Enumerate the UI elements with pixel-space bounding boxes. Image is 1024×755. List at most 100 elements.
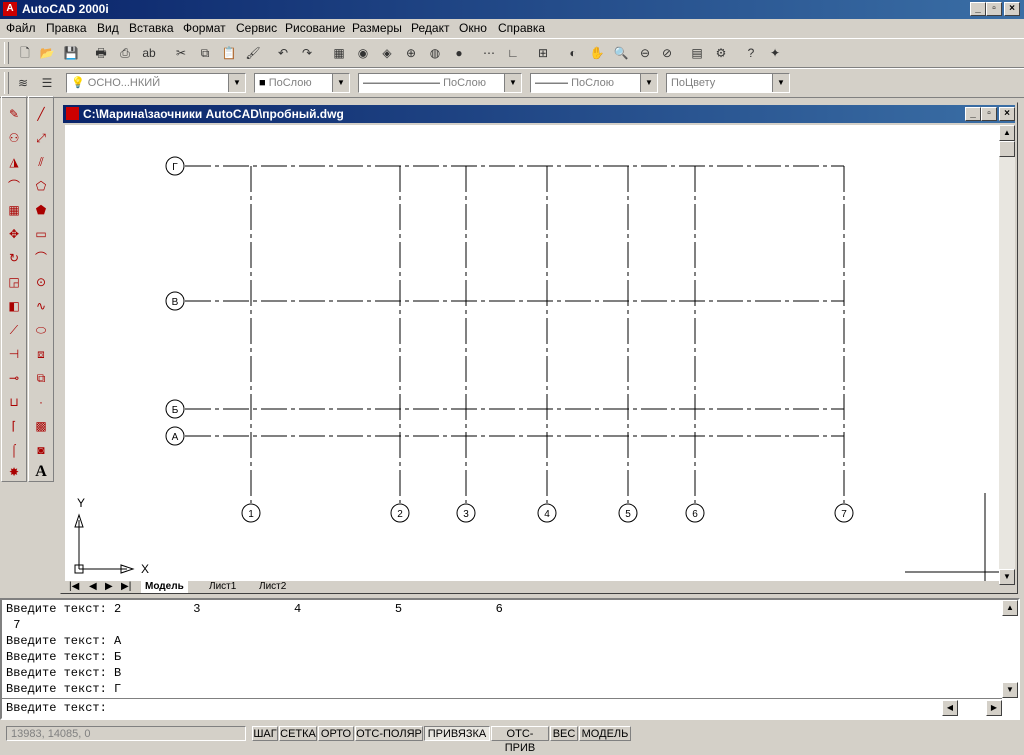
toolbar-grip[interactable]: [4, 72, 9, 94]
chevron-down-icon[interactable]: ▼: [228, 74, 245, 92]
properties-icon[interactable]: ▤: [688, 44, 706, 62]
chamfer-icon[interactable]: ⌈: [5, 417, 23, 435]
osnap-toggle[interactable]: ПРИВЯЗКА: [424, 726, 490, 741]
color-select[interactable]: ■ ПоСлою ▼: [254, 73, 350, 93]
copy-icon[interactable]: ⧉: [196, 44, 214, 62]
browser-icon[interactable]: ◉: [354, 44, 372, 62]
line-icon[interactable]: ╱: [32, 105, 50, 123]
redo-icon[interactable]: ↷: [298, 44, 316, 62]
scroll-down-icon[interactable]: ▼: [999, 569, 1015, 585]
coordinates-display[interactable]: 13983, 14085, 0: [6, 726, 246, 741]
named-views-icon[interactable]: ⊞: [534, 44, 552, 62]
hatch-icon[interactable]: ▩: [32, 417, 50, 435]
menu-tools[interactable]: Сервис: [236, 21, 277, 35]
active-assistance-icon[interactable]: ✦: [766, 44, 784, 62]
snap-toggle[interactable]: ШАГ: [252, 726, 278, 741]
tab-nav-first-icon[interactable]: |◀: [65, 581, 83, 593]
cmd-scroll-down-icon[interactable]: ▼: [1002, 682, 1018, 698]
save-icon[interactable]: 💾: [62, 44, 80, 62]
arc-icon[interactable]: ⌒: [32, 249, 50, 267]
chevron-down-icon[interactable]: ▼: [332, 74, 349, 92]
tab-nav-next-icon[interactable]: ▶: [101, 581, 117, 593]
scale-icon[interactable]: ◲: [5, 273, 23, 291]
stretch-icon[interactable]: ◧: [5, 297, 23, 315]
erase-icon[interactable]: ✎: [5, 105, 23, 123]
linetype-select[interactable]: ——————— ПоСлою ▼: [358, 73, 522, 93]
tracking-icon[interactable]: ⋯: [480, 44, 498, 62]
menu-edit[interactable]: Правка: [46, 21, 87, 35]
polygon-icon[interactable]: ⬠: [32, 177, 50, 195]
zoom-window-icon[interactable]: ⊖: [636, 44, 654, 62]
drawing-minimize-button[interactable]: _: [965, 107, 981, 121]
drawing-close-button[interactable]: ×: [999, 107, 1015, 121]
region-icon[interactable]: ◙: [32, 441, 50, 459]
maximize-button[interactable]: ▫: [986, 2, 1002, 16]
match-properties-icon[interactable]: 🖌: [244, 44, 262, 62]
meet-now-icon[interactable]: ◍: [426, 44, 444, 62]
menu-view[interactable]: Вид: [97, 21, 119, 35]
pentagon-icon[interactable]: ⬟: [32, 201, 50, 219]
hyperlink-icon[interactable]: ⊕: [402, 44, 420, 62]
polyline-icon[interactable]: ⫽: [32, 153, 50, 171]
command-prompt[interactable]: Введите текст:: [6, 701, 107, 715]
construction-line-icon[interactable]: ⤢: [32, 129, 50, 147]
rectangle-icon[interactable]: ▭: [32, 225, 50, 243]
lineweight-toggle[interactable]: ВЕС: [550, 726, 578, 741]
drawing-vertical-scrollbar[interactable]: ▲ ▼: [999, 125, 1015, 585]
multiline-text-icon[interactable]: A: [32, 463, 50, 481]
explode-icon[interactable]: ✸: [5, 463, 23, 481]
minimize-button[interactable]: _: [970, 2, 986, 16]
spell-check-icon[interactable]: ab: [140, 44, 158, 62]
publish-icon[interactable]: ◈: [378, 44, 396, 62]
chevron-down-icon[interactable]: ▼: [504, 74, 521, 92]
pan-realtime-icon[interactable]: ✋: [588, 44, 606, 62]
tab-nav-last-icon[interactable]: ▶|: [117, 581, 135, 593]
mirror-icon[interactable]: ◮: [5, 153, 23, 171]
scroll-thumb[interactable]: [999, 141, 1015, 157]
make-block-icon[interactable]: ⧉: [32, 369, 50, 387]
zoom-previous-icon[interactable]: ⊘: [658, 44, 676, 62]
menu-file[interactable]: Файл: [6, 21, 36, 35]
rotate-icon[interactable]: ↻: [5, 249, 23, 267]
ortho-toggle[interactable]: ОРТО: [318, 726, 354, 741]
tab-layout1[interactable]: Лист1: [205, 581, 240, 593]
point-icon[interactable]: ·: [32, 393, 50, 411]
break-icon[interactable]: ⊔: [5, 393, 23, 411]
print-preview-icon[interactable]: ⎙: [116, 44, 134, 62]
drawing-maximize-button[interactable]: ▫: [981, 107, 997, 121]
design-center-icon[interactable]: ⚙: [712, 44, 730, 62]
menu-insert[interactable]: Вставка: [129, 21, 174, 35]
lengthen-icon[interactable]: ⟋: [5, 321, 23, 339]
menu-window[interactable]: Окно: [459, 21, 487, 35]
insert-block-icon[interactable]: ⧈: [32, 345, 50, 363]
copy-object-icon[interactable]: ⚇: [5, 129, 23, 147]
ucs-icon[interactable]: ∟: [504, 44, 522, 62]
cmd-scroll-up-icon[interactable]: ▲: [1002, 600, 1018, 616]
spline-icon[interactable]: ∿: [32, 297, 50, 315]
today-icon[interactable]: ▦: [330, 44, 348, 62]
chevron-down-icon[interactable]: ▼: [772, 74, 789, 92]
menu-draw[interactable]: Рисование: [285, 21, 345, 35]
3d-orbit-icon[interactable]: ◐: [564, 44, 582, 62]
menu-help[interactable]: Справка: [498, 21, 545, 35]
paste-icon[interactable]: 📋: [220, 44, 238, 62]
trim-icon[interactable]: ⊣: [5, 345, 23, 363]
cmd-scroll-right-icon[interactable]: ▶: [986, 700, 1002, 716]
tab-model[interactable]: Модель: [141, 581, 188, 593]
otrack-toggle[interactable]: ОТС-ПРИВ: [491, 726, 549, 754]
lineweight-select[interactable]: ——— ПоСлою ▼: [530, 73, 658, 93]
layer-select[interactable]: 💡 ОСНО...НКИЙ ▼: [66, 73, 246, 93]
grid-toggle[interactable]: СЕТКА: [279, 726, 317, 741]
circle-icon[interactable]: ⊙: [32, 273, 50, 291]
help-icon[interactable]: ?: [742, 44, 760, 62]
model-toggle[interactable]: МОДЕЛЬ: [579, 726, 631, 741]
open-file-icon[interactable]: 📂: [38, 44, 56, 62]
make-object-layer-current-icon[interactable]: ≋: [14, 74, 32, 92]
layers-icon[interactable]: ☰: [38, 74, 56, 92]
ellipse-icon[interactable]: ⬭: [32, 321, 50, 339]
array-icon[interactable]: ▦: [5, 201, 23, 219]
close-button[interactable]: ×: [1004, 2, 1020, 16]
menu-dimension[interactable]: Размеры: [352, 21, 402, 35]
tab-layout2[interactable]: Лист2: [255, 581, 290, 593]
print-icon[interactable]: 🖶: [92, 44, 110, 62]
